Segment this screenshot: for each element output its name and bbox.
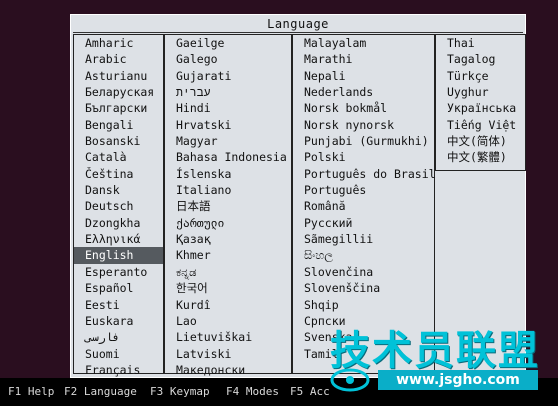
- language-item[interactable]: Беларуская: [74, 84, 163, 100]
- language-item[interactable]: 한국어: [165, 280, 291, 296]
- language-item[interactable]: Nepali: [293, 68, 434, 84]
- language-item[interactable]: Українська: [436, 100, 525, 116]
- f2-language-key[interactable]: F2 Language: [64, 378, 137, 406]
- language-item[interactable]: Slovenčina: [293, 264, 434, 280]
- language-item[interactable]: Hrvatski: [165, 117, 291, 133]
- language-item-selected[interactable]: English: [74, 247, 163, 264]
- language-item[interactable]: Қазақ: [165, 231, 291, 247]
- language-item[interactable]: සිංහල: [293, 247, 434, 263]
- language-item[interactable]: Latviski: [165, 346, 291, 362]
- language-item[interactable]: Dansk: [74, 182, 163, 198]
- function-key-code: F4: [226, 385, 240, 398]
- language-item[interactable]: Русский: [293, 215, 434, 231]
- language-column-3: Malayalam Marathi Nepali Nederlands Norsk bo…: [292, 34, 436, 374]
- f3-keymap-key[interactable]: F3 Keymap: [150, 378, 210, 406]
- language-item[interactable]: Khmer: [165, 247, 291, 263]
- language-item[interactable]: Arabic: [74, 51, 163, 67]
- language-item[interactable]: Gujarati: [165, 68, 291, 84]
- title-divider: [73, 32, 523, 33]
- language-item[interactable]: Kurdî: [165, 297, 291, 313]
- language-item[interactable]: 中文(繁體): [436, 149, 525, 165]
- language-item[interactable]: Español: [74, 280, 163, 296]
- language-item[interactable]: Hindi: [165, 100, 291, 116]
- function-key-label: Help: [27, 385, 55, 398]
- language-item[interactable]: Punjabi (Gurmukhi): [293, 133, 434, 149]
- language-item[interactable]: ಕನ್ನಡ: [165, 264, 291, 280]
- function-key-code: F2: [64, 385, 78, 398]
- language-item[interactable]: Македонски: [165, 362, 291, 378]
- language-item[interactable]: Português: [293, 182, 434, 198]
- language-item[interactable]: 中文(简体): [436, 133, 525, 149]
- language-item[interactable]: Gaeilge: [165, 35, 291, 51]
- language-item[interactable]: Norsk nynorsk: [293, 117, 434, 133]
- f4-modes-key[interactable]: F4 Modes: [226, 378, 279, 406]
- function-key-code: F3: [150, 385, 164, 398]
- language-item[interactable]: Polski: [293, 149, 434, 165]
- language-item[interactable]: Català: [74, 149, 163, 165]
- language-item[interactable]: Asturianu: [74, 68, 163, 84]
- language-item[interactable]: Română: [293, 198, 434, 214]
- language-item[interactable]: Svenska: [293, 329, 434, 345]
- language-item[interactable]: [293, 362, 434, 378]
- language-item[interactable]: Dzongkha: [74, 215, 163, 231]
- language-item[interactable]: Ελληνικά: [74, 231, 163, 247]
- language-item[interactable]: Shqip: [293, 297, 434, 313]
- language-item[interactable]: Bahasa Indonesia: [165, 149, 291, 165]
- language-item[interactable]: Српски: [293, 313, 434, 329]
- language-item[interactable]: Português do Brasil: [293, 166, 436, 182]
- language-item[interactable]: Tamil: [293, 346, 434, 362]
- language-item[interactable]: Uyghur: [436, 84, 525, 100]
- language-item[interactable]: Sãmegillii: [293, 231, 434, 247]
- language-item[interactable]: Amharic: [74, 35, 163, 51]
- language-column-4: Thai Tagalog Türkçe Uyghur Українська Tiếng V…: [435, 34, 526, 171]
- language-dialog: Language Amharic Arabic Asturianu Беларуска…: [70, 14, 526, 378]
- function-key-label: Modes: [245, 385, 279, 398]
- language-item[interactable]: עברית: [165, 84, 291, 100]
- language-column-2: Gaeilge Galego Gujarati עברית Hindi Hrvatski M…: [164, 34, 292, 377]
- function-key-code: F1: [8, 385, 22, 398]
- language-item[interactable]: ქართული: [165, 215, 291, 231]
- language-item[interactable]: Suomi: [74, 346, 163, 362]
- language-item[interactable]: Íslenska: [165, 166, 291, 182]
- language-item[interactable]: Marathi: [293, 51, 434, 67]
- language-item[interactable]: Български: [74, 100, 163, 116]
- language-item[interactable]: Nederlands: [293, 84, 434, 100]
- f1-help-key[interactable]: F1 Help: [8, 378, 54, 406]
- language-item[interactable]: Euskara: [74, 313, 163, 329]
- language-item[interactable]: Tagalog: [436, 51, 525, 67]
- language-item[interactable]: Tiếng Việt: [436, 117, 525, 133]
- language-item[interactable]: Slovenščina: [293, 280, 434, 296]
- function-key-label: Language: [83, 385, 137, 398]
- language-item[interactable]: Français: [74, 362, 163, 378]
- language-item[interactable]: Norsk bokmål: [293, 100, 434, 116]
- language-item[interactable]: Lao: [165, 313, 291, 329]
- language-item[interactable]: Eesti: [74, 297, 163, 313]
- language-item[interactable]: Malayalam: [293, 35, 434, 51]
- language-item[interactable]: Magyar: [165, 133, 291, 149]
- language-item[interactable]: Türkçe: [436, 68, 525, 84]
- language-item[interactable]: 日本語: [165, 198, 291, 214]
- language-column-1: Amharic Arabic Asturianu Беларуская Българск…: [73, 34, 164, 377]
- language-item[interactable]: Galego: [165, 51, 291, 67]
- function-key-label: Keymap: [169, 385, 210, 398]
- function-key-label: Acc: [309, 385, 330, 398]
- function-key-bar: F1 Help F2 Language F3 Keymap F4 Modes F…: [0, 378, 558, 406]
- language-item[interactable]: Italiano: [165, 182, 291, 198]
- language-item[interactable]: Bosanski: [74, 133, 163, 149]
- language-item[interactable]: Esperanto: [74, 264, 163, 280]
- dialog-title: Language: [267, 17, 329, 31]
- language-item[interactable]: Lietuviškai: [165, 329, 291, 345]
- f5-accessibility-key[interactable]: F5 Acc: [290, 378, 330, 406]
- language-item[interactable]: Deutsch: [74, 198, 163, 214]
- language-item[interactable]: Thai: [436, 35, 525, 51]
- language-item[interactable]: فارسی: [74, 329, 163, 345]
- language-item[interactable]: Čeština: [74, 166, 163, 182]
- language-item[interactable]: Bengali: [74, 117, 163, 133]
- function-key-code: F5: [290, 385, 304, 398]
